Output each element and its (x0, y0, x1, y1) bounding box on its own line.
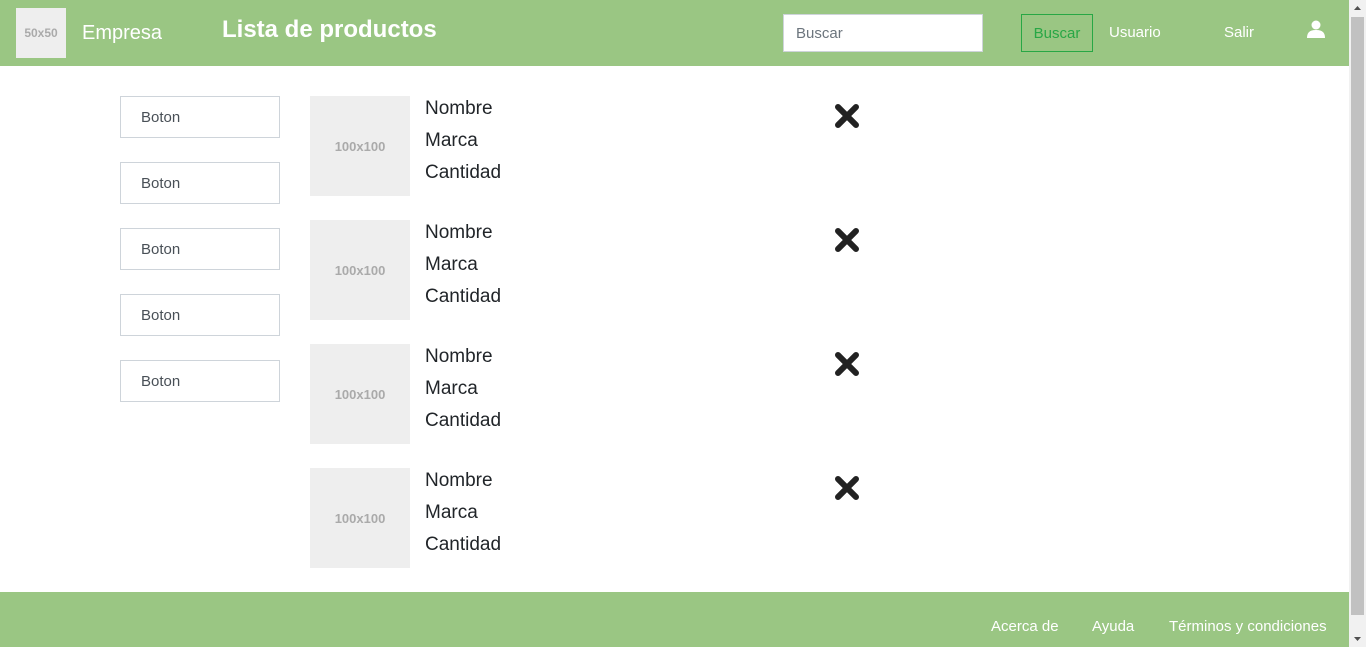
scroll-up-arrow-icon[interactable] (1349, 0, 1366, 17)
close-icon[interactable] (834, 475, 860, 501)
sidebar-button-2[interactable]: Boton (120, 162, 280, 204)
footer-link-terms[interactable]: Términos y condiciones (1169, 618, 1327, 635)
close-icon[interactable] (834, 103, 860, 129)
sidebar-button-5[interactable]: Boton (120, 360, 280, 402)
logout-link[interactable]: Salir (1224, 24, 1254, 41)
footer: Acerca de Ayuda Términos y condiciones (0, 592, 1349, 647)
product-quantity: Cantidad (425, 162, 502, 183)
product-image: 100x100 (310, 96, 410, 196)
footer-link-about[interactable]: Acerca de (991, 618, 1059, 635)
sidebar-button-4[interactable]: Boton (120, 294, 280, 336)
product-brand: Marca (425, 378, 478, 399)
product-item: 100x100 Nombre Marca Cantidad (310, 344, 870, 444)
product-name: Nombre (425, 98, 493, 119)
scroll-down-arrow-icon[interactable] (1349, 630, 1366, 647)
product-brand: Marca (425, 130, 478, 151)
footer-link-help[interactable]: Ayuda (1092, 618, 1134, 635)
product-item: 100x100 Nombre Marca Cantidad (310, 220, 870, 320)
scrollbar-thumb[interactable] (1351, 17, 1364, 615)
search-button[interactable]: Buscar (1021, 14, 1093, 52)
sidebar-button-1[interactable]: Boton (120, 96, 280, 138)
page: 50x50 Empresa Lista de productos Buscar … (0, 0, 1349, 647)
close-icon[interactable] (834, 227, 860, 253)
product-brand: Marca (425, 254, 478, 275)
close-icon[interactable] (834, 351, 860, 377)
user-link[interactable]: Usuario (1109, 24, 1161, 41)
product-name: Nombre (425, 470, 493, 491)
product-name: Nombre (425, 346, 493, 367)
user-icon[interactable] (1307, 20, 1325, 38)
sidebar-button-3[interactable]: Boton (120, 228, 280, 270)
vertical-scrollbar[interactable] (1349, 0, 1366, 647)
product-quantity: Cantidad (425, 286, 502, 307)
product-item: 100x100 Nombre Marca Cantidad (310, 96, 870, 196)
product-image: 100x100 (310, 344, 410, 444)
brand-name[interactable]: Empresa (82, 22, 162, 45)
logo-placeholder[interactable]: 50x50 (16, 8, 66, 58)
product-image: 100x100 (310, 220, 410, 320)
top-navbar: 50x50 Empresa Lista de productos Buscar … (0, 0, 1349, 66)
search-input[interactable] (783, 14, 983, 52)
product-image: 100x100 (310, 468, 410, 568)
product-name: Nombre (425, 222, 493, 243)
page-title: Lista de productos (222, 16, 437, 43)
product-item: 100x100 Nombre Marca Cantidad (310, 468, 870, 568)
product-quantity: Cantidad (425, 534, 502, 555)
product-brand: Marca (425, 502, 478, 523)
product-quantity: Cantidad (425, 410, 502, 431)
